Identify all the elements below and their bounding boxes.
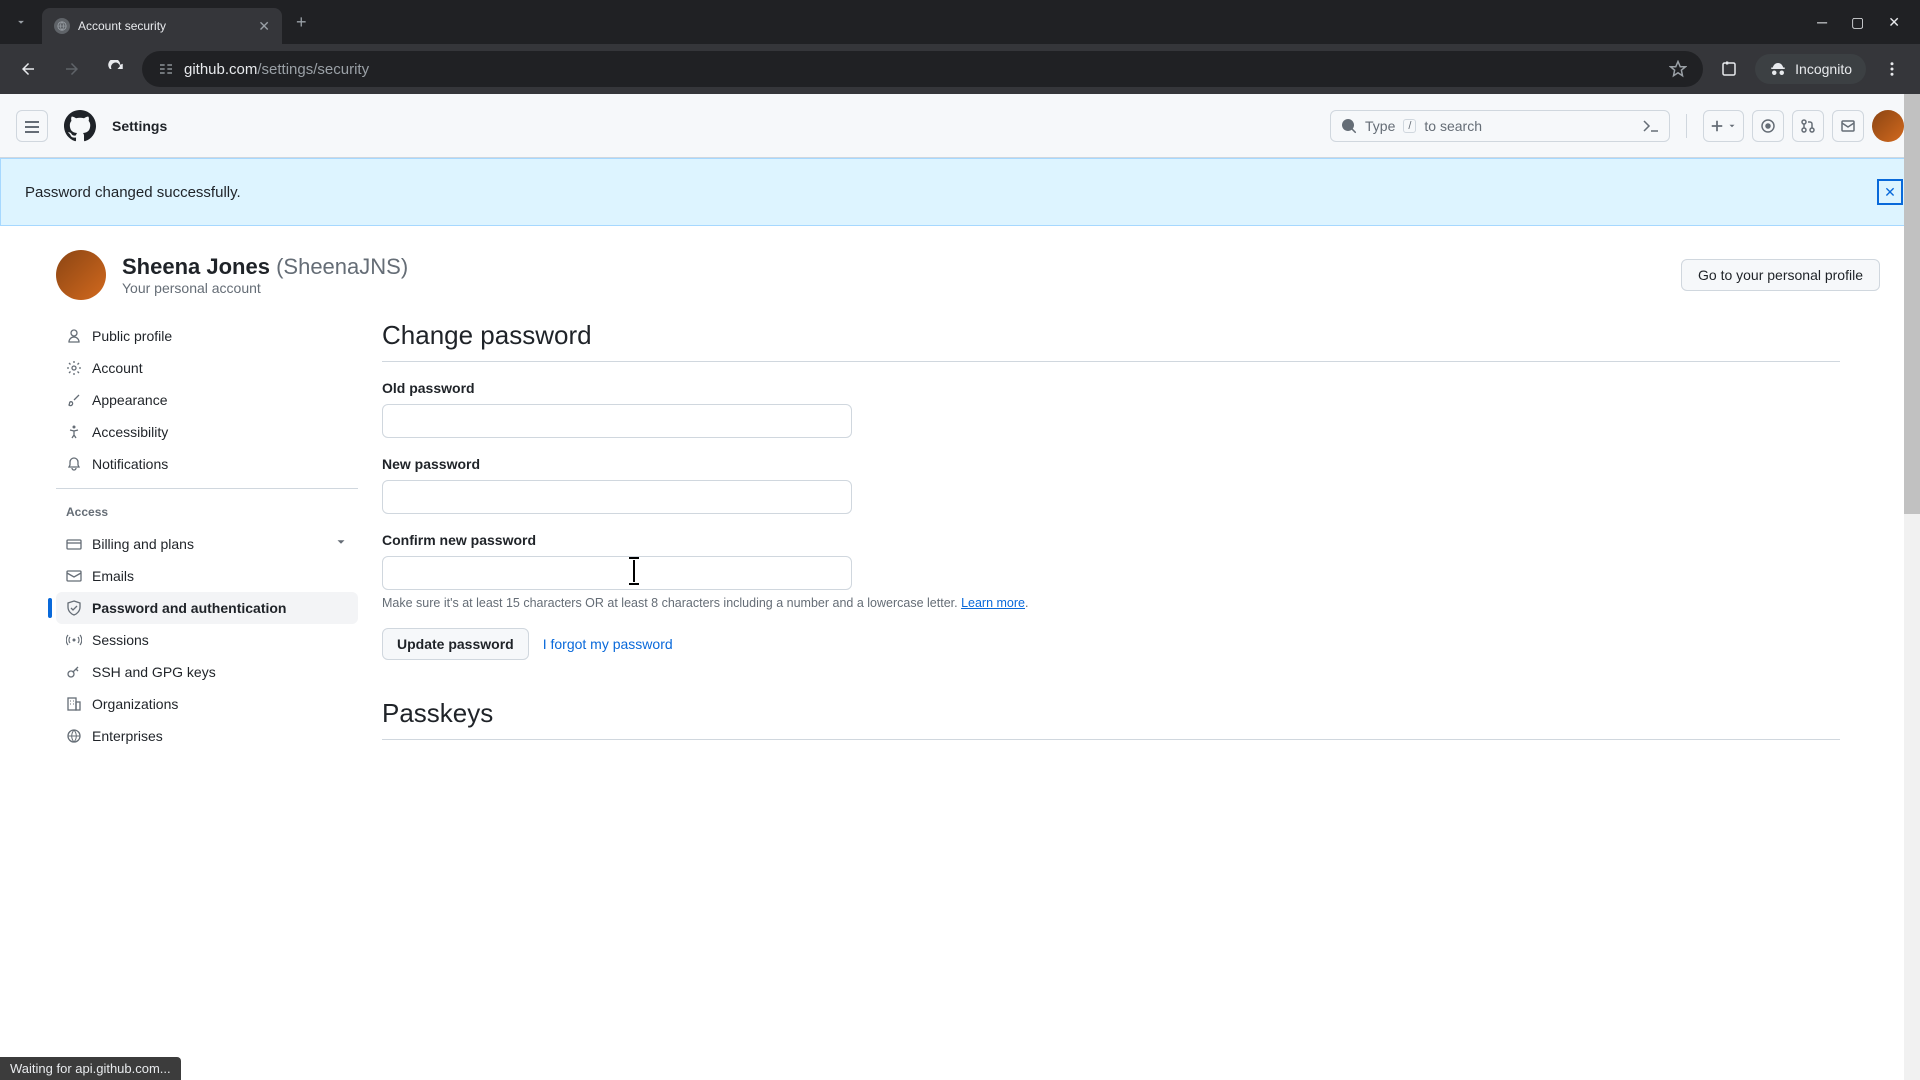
browser-tab[interactable]: Account security ✕: [42, 8, 282, 44]
divider: [1686, 114, 1687, 138]
personal-profile-button[interactable]: Go to your personal profile: [1681, 259, 1880, 291]
sidebar-item-organizations[interactable]: Organizations: [56, 688, 358, 720]
tab-title: Account security: [78, 19, 250, 33]
bookmark-icon[interactable]: [1669, 60, 1687, 78]
back-button[interactable]: [10, 51, 46, 87]
settings-sidebar: Public profile Account Appearance Access…: [56, 320, 358, 752]
bell-icon: [66, 456, 82, 472]
sidebar-item-notifications[interactable]: Notifications: [56, 448, 358, 480]
browser-menu-button[interactable]: [1874, 51, 1910, 87]
scrollbar-thumb[interactable]: [1904, 94, 1920, 514]
tab-favicon: [54, 18, 70, 34]
create-new-button[interactable]: [1703, 110, 1744, 142]
user-avatar[interactable]: [1872, 110, 1904, 142]
password-hint: Make sure it's at least 15 characters OR…: [382, 596, 1840, 610]
sidebar-item-emails[interactable]: Emails: [56, 560, 358, 592]
update-password-button[interactable]: Update password: [382, 628, 529, 660]
browser-toolbar: github.com/settings/security Incognito: [0, 44, 1920, 94]
sidebar-item-sessions[interactable]: Sessions: [56, 624, 358, 656]
profile-header: Sheena Jones (SheenaJNS) Your personal a…: [56, 250, 1880, 320]
org-icon: [66, 696, 82, 712]
confirm-password-label: Confirm new password: [382, 532, 1840, 548]
issues-button[interactable]: [1752, 110, 1784, 142]
shield-icon: [66, 600, 82, 616]
close-window-button[interactable]: ✕: [1888, 14, 1900, 31]
github-header: Settings Type / to search: [0, 94, 1920, 158]
learn-more-link[interactable]: Learn more: [961, 596, 1025, 610]
sidebar-item-account[interactable]: Account: [56, 352, 358, 384]
profile-subtitle: Your personal account: [122, 280, 408, 296]
accessibility-icon: [66, 424, 82, 440]
incognito-badge[interactable]: Incognito: [1755, 54, 1866, 84]
brush-icon: [66, 392, 82, 408]
broadcast-icon: [66, 632, 82, 648]
browser-tab-bar: Account security ✕ + ─ ▢ ✕: [0, 0, 1920, 44]
confirm-password-input[interactable]: [382, 556, 852, 590]
pull-requests-button[interactable]: [1792, 110, 1824, 142]
extensions-button[interactable]: [1711, 51, 1747, 87]
person-icon: [66, 328, 82, 344]
sidebar-item-appearance[interactable]: Appearance: [56, 384, 358, 416]
browser-status-bar: Waiting for api.github.com...: [0, 1057, 181, 1080]
card-icon: [66, 536, 82, 552]
site-settings-icon[interactable]: [158, 61, 174, 77]
forward-button[interactable]: [54, 51, 90, 87]
notifications-button[interactable]: [1832, 110, 1864, 142]
nav-section-access: Access: [56, 497, 358, 527]
change-password-heading: Change password: [382, 320, 1840, 362]
old-password-label: Old password: [382, 380, 1840, 396]
tab-search-button[interactable]: [0, 0, 42, 44]
passkeys-heading: Passkeys: [382, 698, 1840, 740]
main-content: Change password Old password New passwor…: [382, 320, 1880, 752]
gear-icon: [66, 360, 82, 376]
vertical-scrollbar[interactable]: [1904, 94, 1920, 1080]
new-tab-button[interactable]: +: [296, 12, 307, 33]
forgot-password-link[interactable]: I forgot my password: [543, 636, 673, 652]
new-password-label: New password: [382, 456, 1840, 472]
chevron-down-icon: [334, 535, 348, 552]
sidebar-item-public-profile[interactable]: Public profile: [56, 320, 358, 352]
key-icon: [66, 664, 82, 680]
sidebar-item-accessibility[interactable]: Accessibility: [56, 416, 358, 448]
incognito-icon: [1769, 60, 1787, 78]
profile-avatar[interactable]: [56, 250, 106, 300]
new-password-input[interactable]: [382, 480, 852, 514]
mail-icon: [66, 568, 82, 584]
search-icon: [1341, 118, 1357, 134]
command-palette-icon[interactable]: [1643, 118, 1659, 134]
menu-button[interactable]: [16, 110, 48, 142]
profile-name: Sheena Jones (SheenaJNS): [122, 254, 408, 280]
search-input[interactable]: Type / to search: [1330, 110, 1670, 142]
github-logo-icon[interactable]: [64, 110, 96, 142]
minimize-button[interactable]: ─: [1817, 14, 1827, 31]
flash-banner: Password changed successfully. ✕: [0, 158, 1920, 226]
text-cursor: [633, 560, 635, 582]
flash-close-button[interactable]: ✕: [1877, 179, 1903, 205]
window-controls: ─ ▢ ✕: [1817, 14, 1920, 31]
flash-message: Password changed successfully.: [25, 184, 241, 201]
globe-icon: [66, 728, 82, 744]
sidebar-item-enterprises[interactable]: Enterprises: [56, 720, 358, 752]
old-password-input[interactable]: [382, 404, 852, 438]
reload-button[interactable]: [98, 51, 134, 87]
tab-close-icon[interactable]: ✕: [258, 18, 270, 35]
url-text: github.com/settings/security: [184, 61, 369, 78]
page-title: Settings: [112, 118, 167, 134]
address-bar[interactable]: github.com/settings/security: [142, 51, 1703, 87]
nav-divider: [56, 488, 358, 489]
sidebar-item-ssh-keys[interactable]: SSH and GPG keys: [56, 656, 358, 688]
maximize-button[interactable]: ▢: [1851, 14, 1864, 31]
sidebar-item-password-auth[interactable]: Password and authentication: [56, 592, 358, 624]
sidebar-item-billing[interactable]: Billing and plans: [56, 527, 358, 560]
